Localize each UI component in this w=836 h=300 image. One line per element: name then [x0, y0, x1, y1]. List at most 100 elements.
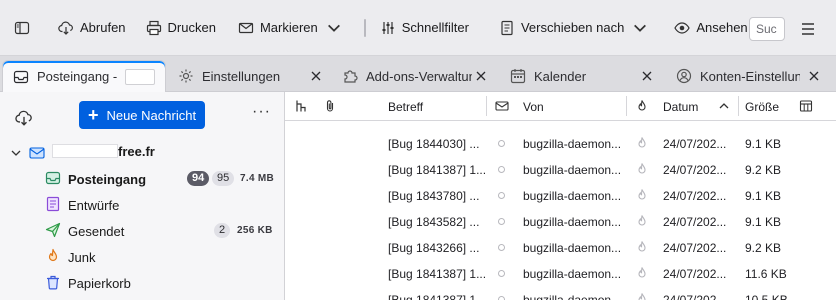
quick-filter-button[interactable]: Schnellfilter: [374, 13, 475, 43]
main-toolbar: Abrufen Drucken Markieren Schnellfilter …: [0, 0, 836, 56]
column-from[interactable]: Von: [523, 100, 544, 114]
message-from: bugzilla-daemon...: [523, 267, 622, 281]
toolbar-separator: [363, 18, 366, 37]
read-status-dot-icon[interactable]: [498, 244, 505, 251]
tab-label: Einstellungen: [202, 68, 281, 84]
tag-label: Markieren: [259, 20, 318, 35]
message-row[interactable]: [Bug 1841387] 1... bugzilla-daemon... 24/0…: [285, 286, 836, 300]
message-date: 24/07/202...: [663, 241, 727, 255]
junk-status-icon[interactable]: [635, 240, 649, 254]
sort-ascending-icon[interactable]: [718, 100, 730, 112]
message-date: 24/07/202...: [663, 189, 727, 203]
tag-menu-button[interactable]: Markieren: [232, 13, 348, 43]
redacted-account-name: [52, 144, 118, 158]
folder-name: Junk: [68, 250, 96, 265]
chevron-down-icon[interactable]: [11, 148, 21, 158]
tab-bar: Posteingang - Einstellungen Add-ons-Verw…: [0, 56, 836, 92]
drafts-icon: [46, 196, 60, 212]
folder-drafts[interactable]: Entwürfe: [0, 193, 285, 217]
message-row[interactable]: [Bug 1843780] ... bugzilla-daemon... 24/07…: [285, 182, 836, 208]
tab-inbox[interactable]: Posteingang -: [2, 60, 166, 92]
unread-count-badge: 94: [187, 171, 210, 186]
message-size: 9.1 KB: [745, 137, 782, 151]
junk-status-icon[interactable]: [635, 214, 649, 228]
message-row[interactable]: [Bug 1841387] 1... bugzilla-daemon... 24/0…: [285, 156, 836, 182]
junk-fire-icon: [48, 248, 58, 262]
get-messages-button[interactable]: Abrufen: [52, 13, 132, 43]
correspondent-icon[interactable]: [495, 99, 509, 113]
account-mail-icon: [29, 147, 45, 159]
tab-account-settings[interactable]: Konten-Einstellungen: [666, 60, 800, 92]
attachment-icon[interactable]: [323, 99, 337, 113]
sent-icon: [45, 222, 61, 238]
new-message-button[interactable]: + Neue Nachricht: [79, 101, 205, 129]
column-divider[interactable]: [738, 96, 739, 116]
column-divider[interactable]: [486, 96, 487, 116]
account-row[interactable]: free.fr: [0, 142, 285, 164]
junk-status-icon[interactable]: [635, 136, 649, 150]
print-button[interactable]: Drucken: [140, 13, 222, 43]
message-date: 24/07/202...: [663, 267, 727, 281]
tab-settings[interactable]: Einstellungen: [168, 60, 308, 92]
message-subject: [Bug 1843780] ...: [388, 189, 480, 203]
hamburger-menu-icon[interactable]: [798, 19, 818, 39]
message-row[interactable]: [Bug 1844030] ... bugzilla-daemon... 24/07…: [285, 130, 836, 156]
puzzle-icon: [344, 70, 358, 83]
column-size[interactable]: Größe: [745, 100, 779, 114]
column-divider[interactable]: [626, 96, 627, 116]
junk-status-icon[interactable]: [635, 188, 649, 202]
message-size: 9.1 KB: [745, 189, 782, 203]
junk-status-icon[interactable]: [635, 266, 649, 280]
read-status-dot-icon[interactable]: [498, 270, 505, 277]
gear-icon: [179, 69, 193, 83]
message-size: 10.5 KB: [745, 293, 788, 300]
folder-junk[interactable]: Junk: [0, 245, 285, 269]
message-size: 9.2 KB: [745, 163, 782, 177]
thread-icon[interactable]: [294, 99, 308, 113]
view-label: Ansehen: [696, 20, 748, 35]
message-row[interactable]: [Bug 1843582] ... bugzilla-daemon... 24/07…: [285, 208, 836, 234]
cloud-download-icon[interactable]: [15, 109, 33, 127]
folder-inbox[interactable]: Posteingang 94 95 7.4 MB: [0, 167, 285, 191]
message-from: bugzilla-daemon...: [523, 293, 622, 300]
read-status-dot-icon[interactable]: [498, 166, 505, 173]
move-to-label: Verschieben nach: [520, 20, 625, 35]
sliders-icon: [382, 21, 394, 34]
tab-label: Kalender: [534, 68, 587, 84]
read-status-dot-icon[interactable]: [498, 296, 505, 300]
message-from: bugzilla-daemon...: [523, 137, 622, 151]
message-row[interactable]: [Bug 1841387] 1... bugzilla-daemon... 24/0…: [285, 260, 836, 286]
junk-status-icon[interactable]: [635, 162, 649, 176]
tab-calendar[interactable]: Kalender: [500, 60, 640, 92]
folder-name: Posteingang: [68, 172, 147, 187]
read-status-dot-icon[interactable]: [498, 192, 505, 199]
column-subject[interactable]: Betreff: [388, 100, 423, 114]
read-status-dot-icon[interactable]: [498, 140, 505, 147]
close-icon[interactable]: [475, 70, 487, 82]
tab-addons-manager[interactable]: Add-ons-Verwaltung: [332, 60, 472, 92]
inbox-icon: [13, 70, 29, 83]
read-status-dot-icon[interactable]: [498, 218, 505, 225]
junk-status-icon[interactable]: [635, 292, 649, 300]
move-to-button[interactable]: Verschieben nach: [493, 13, 654, 43]
folder-pane-toggle-button[interactable]: [10, 13, 34, 43]
sidebar-icon: [14, 21, 30, 34]
tab-label: Posteingang -: [37, 69, 118, 84]
search-input[interactable]: Suc: [749, 17, 785, 41]
plus-icon: +: [87, 105, 99, 125]
account-icon: [676, 68, 692, 84]
junk-status-icon[interactable]: [635, 99, 649, 113]
message-subject: [Bug 1841387] 1...: [388, 267, 487, 281]
folder-trash[interactable]: Papierkorb: [0, 271, 285, 295]
folder-sent[interactable]: Gesendet 2 256 KB: [0, 219, 285, 243]
message-row[interactable]: [Bug 1843266] ... bugzilla-daemon... 24/07…: [285, 234, 836, 260]
close-icon[interactable]: [310, 70, 322, 82]
column-picker-icon[interactable]: [799, 99, 813, 113]
message-subject: [Bug 1841387] 1...: [388, 163, 487, 177]
close-icon[interactable]: [808, 70, 820, 82]
more-options-icon[interactable]: ···: [252, 104, 270, 121]
column-date[interactable]: Datum: [663, 100, 698, 114]
message-size: 11.6 KB: [745, 267, 787, 281]
calendar-icon: [510, 69, 526, 84]
close-icon[interactable]: [641, 70, 653, 82]
